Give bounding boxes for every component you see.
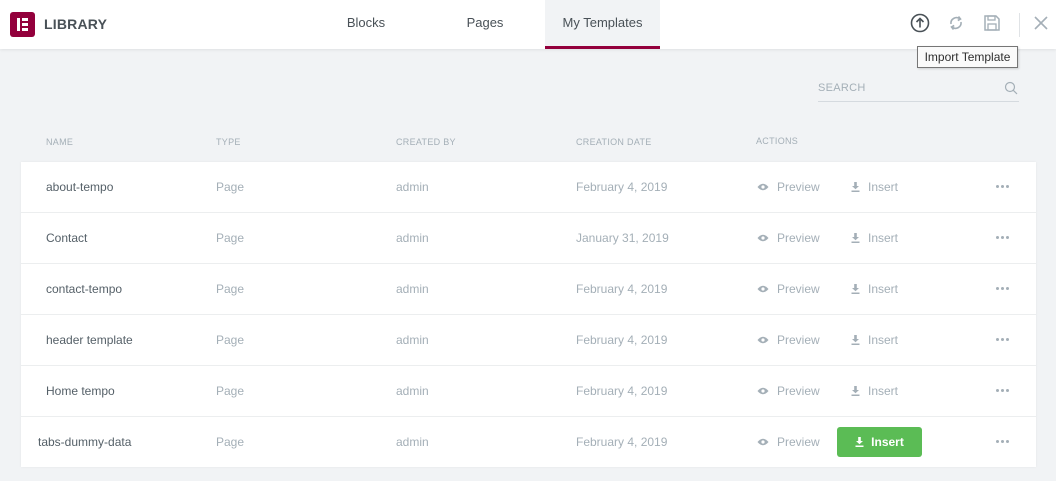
template-date: February 4, 2019 <box>576 282 668 296</box>
search-box <box>818 74 1019 102</box>
template-author: admin <box>396 384 429 398</box>
template-author: admin <box>396 282 429 296</box>
template-type: Page <box>216 333 245 347</box>
import-icon[interactable] <box>909 12 931 34</box>
download-icon <box>851 284 860 294</box>
template-author: admin <box>396 231 429 245</box>
template-row: about-tempo Page admin February 4, 2019 … <box>21 162 1036 213</box>
insert-label: Insert <box>868 384 899 398</box>
download-icon <box>855 437 864 447</box>
preview-button[interactable]: Preview <box>757 213 820 263</box>
template-date: February 4, 2019 <box>576 333 668 347</box>
template-author: admin <box>396 435 429 449</box>
template-type: Page <box>216 180 245 194</box>
download-icon <box>851 386 860 396</box>
column-header-actions: ACTIONS <box>756 136 799 146</box>
more-options-icon[interactable] <box>996 389 1010 393</box>
template-type: Page <box>216 435 245 449</box>
column-header-created-by: CREATED BY <box>396 137 456 147</box>
more-options-icon[interactable] <box>996 440 1010 444</box>
column-header-name: NAME <box>46 137 74 147</box>
template-date: February 4, 2019 <box>576 180 668 194</box>
insert-label: Insert <box>868 231 899 245</box>
preview-label: Preview <box>777 231 820 245</box>
eye-icon <box>757 438 769 446</box>
close-icon[interactable] <box>1030 12 1052 34</box>
preview-button[interactable]: Preview <box>757 162 820 212</box>
library-title: LIBRARY <box>44 16 108 32</box>
search-input[interactable] <box>818 80 993 96</box>
preview-label: Preview <box>777 435 820 449</box>
import-template-tooltip: Import Template <box>917 46 1018 68</box>
preview-label: Preview <box>777 384 820 398</box>
template-type: Page <box>216 282 245 296</box>
template-name: tabs-dummy-data <box>38 435 132 449</box>
header-divider <box>1019 13 1020 37</box>
insert-label: Insert <box>868 282 899 296</box>
eye-icon <box>757 183 769 191</box>
template-row: tabs-dummy-data Page admin February 4, 2… <box>21 417 1036 467</box>
column-header-type: TYPE <box>216 137 241 147</box>
more-options-icon[interactable] <box>996 287 1010 291</box>
preview-button[interactable]: Preview <box>757 315 820 365</box>
template-type: Page <box>216 384 245 398</box>
more-options-icon[interactable] <box>996 236 1010 240</box>
preview-label: Preview <box>777 180 820 194</box>
template-author: admin <box>396 180 429 194</box>
template-date: January 31, 2019 <box>576 231 669 245</box>
download-icon <box>851 335 860 345</box>
template-row: contact-tempo Page admin February 4, 201… <box>21 264 1036 315</box>
template-name: Contact <box>46 231 88 245</box>
template-name: Home tempo <box>46 384 115 398</box>
insert-button[interactable]: Insert <box>837 427 922 457</box>
preview-label: Preview <box>777 333 820 347</box>
library-header: LIBRARY Blocks Pages My Templates <box>0 0 1056 49</box>
tab-my-templates[interactable]: My Templates <box>545 0 660 49</box>
template-name: about-tempo <box>46 180 114 194</box>
more-options-icon[interactable] <box>996 338 1010 342</box>
templates-list: about-tempo Page admin February 4, 2019 … <box>21 162 1036 467</box>
preview-button[interactable]: Preview <box>757 366 820 416</box>
template-row: Home tempo Page admin February 4, 2019 P… <box>21 366 1036 417</box>
more-options-icon[interactable] <box>996 185 1010 189</box>
preview-button[interactable]: Preview <box>757 417 820 467</box>
eye-icon <box>757 336 769 344</box>
insert-button[interactable]: Insert <box>851 162 898 212</box>
save-icon[interactable] <box>981 12 1003 34</box>
template-name: contact-tempo <box>46 282 123 296</box>
download-icon <box>851 182 860 192</box>
sync-icon[interactable] <box>945 12 967 34</box>
insert-label: Insert <box>868 180 899 194</box>
eye-icon <box>757 234 769 242</box>
eye-icon <box>757 285 769 293</box>
elementor-logo-icon <box>10 12 35 37</box>
insert-label: Insert <box>871 435 904 449</box>
preview-label: Preview <box>777 282 820 296</box>
tab-pages[interactable]: Pages <box>444 0 526 49</box>
insert-button[interactable]: Insert <box>851 213 898 263</box>
search-icon[interactable] <box>1004 81 1018 95</box>
insert-button[interactable]: Insert <box>851 264 898 314</box>
template-row: header template Page admin February 4, 2… <box>21 315 1036 366</box>
insert-button[interactable]: Insert <box>851 366 898 416</box>
download-icon <box>851 233 860 243</box>
preview-button[interactable]: Preview <box>757 264 820 314</box>
template-date: February 4, 2019 <box>576 384 668 398</box>
column-header-creation-date: CREATION DATE <box>576 137 652 147</box>
template-author: admin <box>396 333 429 347</box>
insert-label: Insert <box>868 333 899 347</box>
tab-blocks[interactable]: Blocks <box>325 0 407 49</box>
eye-icon <box>757 387 769 395</box>
template-date: February 4, 2019 <box>576 435 668 449</box>
insert-button[interactable]: Insert <box>851 315 898 365</box>
template-name: header template <box>46 333 133 347</box>
template-type: Page <box>216 231 245 245</box>
template-row: Contact Page admin January 31, 2019 Prev… <box>21 213 1036 264</box>
